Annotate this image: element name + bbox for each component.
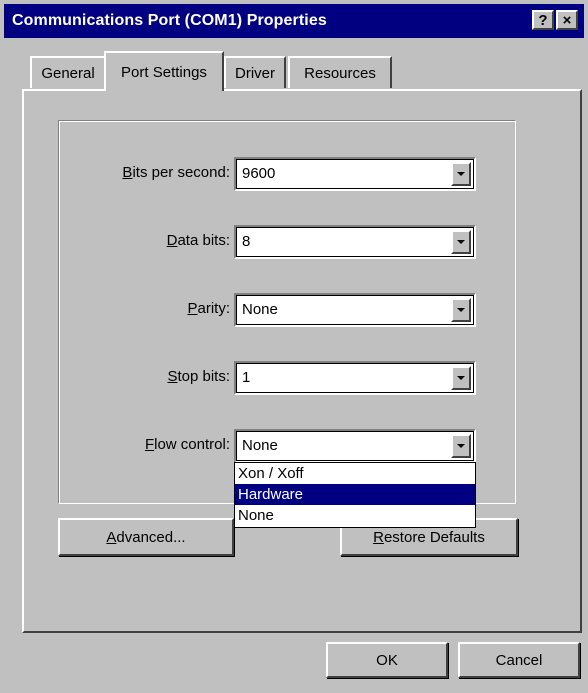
chevron-down-icon — [457, 308, 465, 312]
dropdown-arrow-button[interactable] — [451, 298, 471, 322]
flow-control-value: None — [242, 437, 278, 454]
tab-port-settings-label: Port Settings — [121, 63, 207, 81]
data-bits-value: 8 — [242, 233, 251, 250]
bits-per-second-select[interactable]: 9600 — [234, 157, 476, 191]
tab-driver-label: Driver — [235, 64, 275, 82]
window-title: Communications Port (COM1) Properties — [12, 12, 327, 29]
stop-bits-value: 1 — [242, 369, 251, 386]
tab-driver[interactable]: Driver — [224, 56, 286, 88]
option-hardware[interactable]: Hardware — [235, 484, 475, 505]
chevron-down-icon — [457, 172, 465, 176]
parity-value: None — [242, 301, 278, 318]
parity-label: Parity: — [187, 300, 230, 317]
close-button[interactable]: × — [556, 10, 578, 30]
chevron-down-icon — [457, 376, 465, 380]
data-bits-label: Data bits: — [166, 232, 230, 249]
flow-control-select[interactable]: None — [234, 429, 476, 463]
ok-button[interactable]: OK — [326, 642, 448, 678]
data-bits-select[interactable]: 8 — [234, 225, 476, 259]
tab-resources[interactable]: Resources — [288, 56, 392, 88]
option-none[interactable]: None — [235, 505, 475, 526]
flow-control-label: Flow control: — [144, 436, 230, 453]
bits-per-second-label: Bits per second: — [122, 164, 230, 181]
stop-bits-label: Stop bits: — [167, 368, 230, 385]
parity-select[interactable]: None — [234, 293, 476, 327]
tab-general-label: General — [41, 64, 95, 82]
cancel-button[interactable]: Cancel — [458, 642, 580, 678]
dropdown-arrow-button[interactable] — [451, 162, 471, 186]
dropdown-arrow-button[interactable] — [451, 230, 471, 254]
chevron-down-icon — [457, 240, 465, 244]
dropdown-arrow-button[interactable] — [451, 366, 471, 390]
tab-resources-label: Resources — [304, 64, 376, 82]
title-bar[interactable]: Communications Port (COM1) Properties ? … — [4, 4, 584, 38]
advanced-button[interactable]: Advanced... — [58, 518, 234, 556]
help-button[interactable]: ? — [532, 10, 554, 30]
option-xon-xoff[interactable]: Xon / Xoff — [235, 463, 475, 484]
dropdown-arrow-button[interactable] — [451, 434, 471, 458]
tab-general[interactable]: General — [30, 56, 106, 88]
bits-per-second-value: 9600 — [242, 165, 276, 182]
stop-bits-select[interactable]: 1 — [234, 361, 476, 395]
chevron-down-icon — [457, 444, 465, 448]
properties-dialog: Communications Port (COM1) Properties ? … — [0, 0, 588, 693]
flow-control-dropdown-list[interactable]: Xon / Xoff Hardware None — [234, 462, 476, 528]
tab-port-settings[interactable]: Port Settings — [104, 51, 224, 91]
